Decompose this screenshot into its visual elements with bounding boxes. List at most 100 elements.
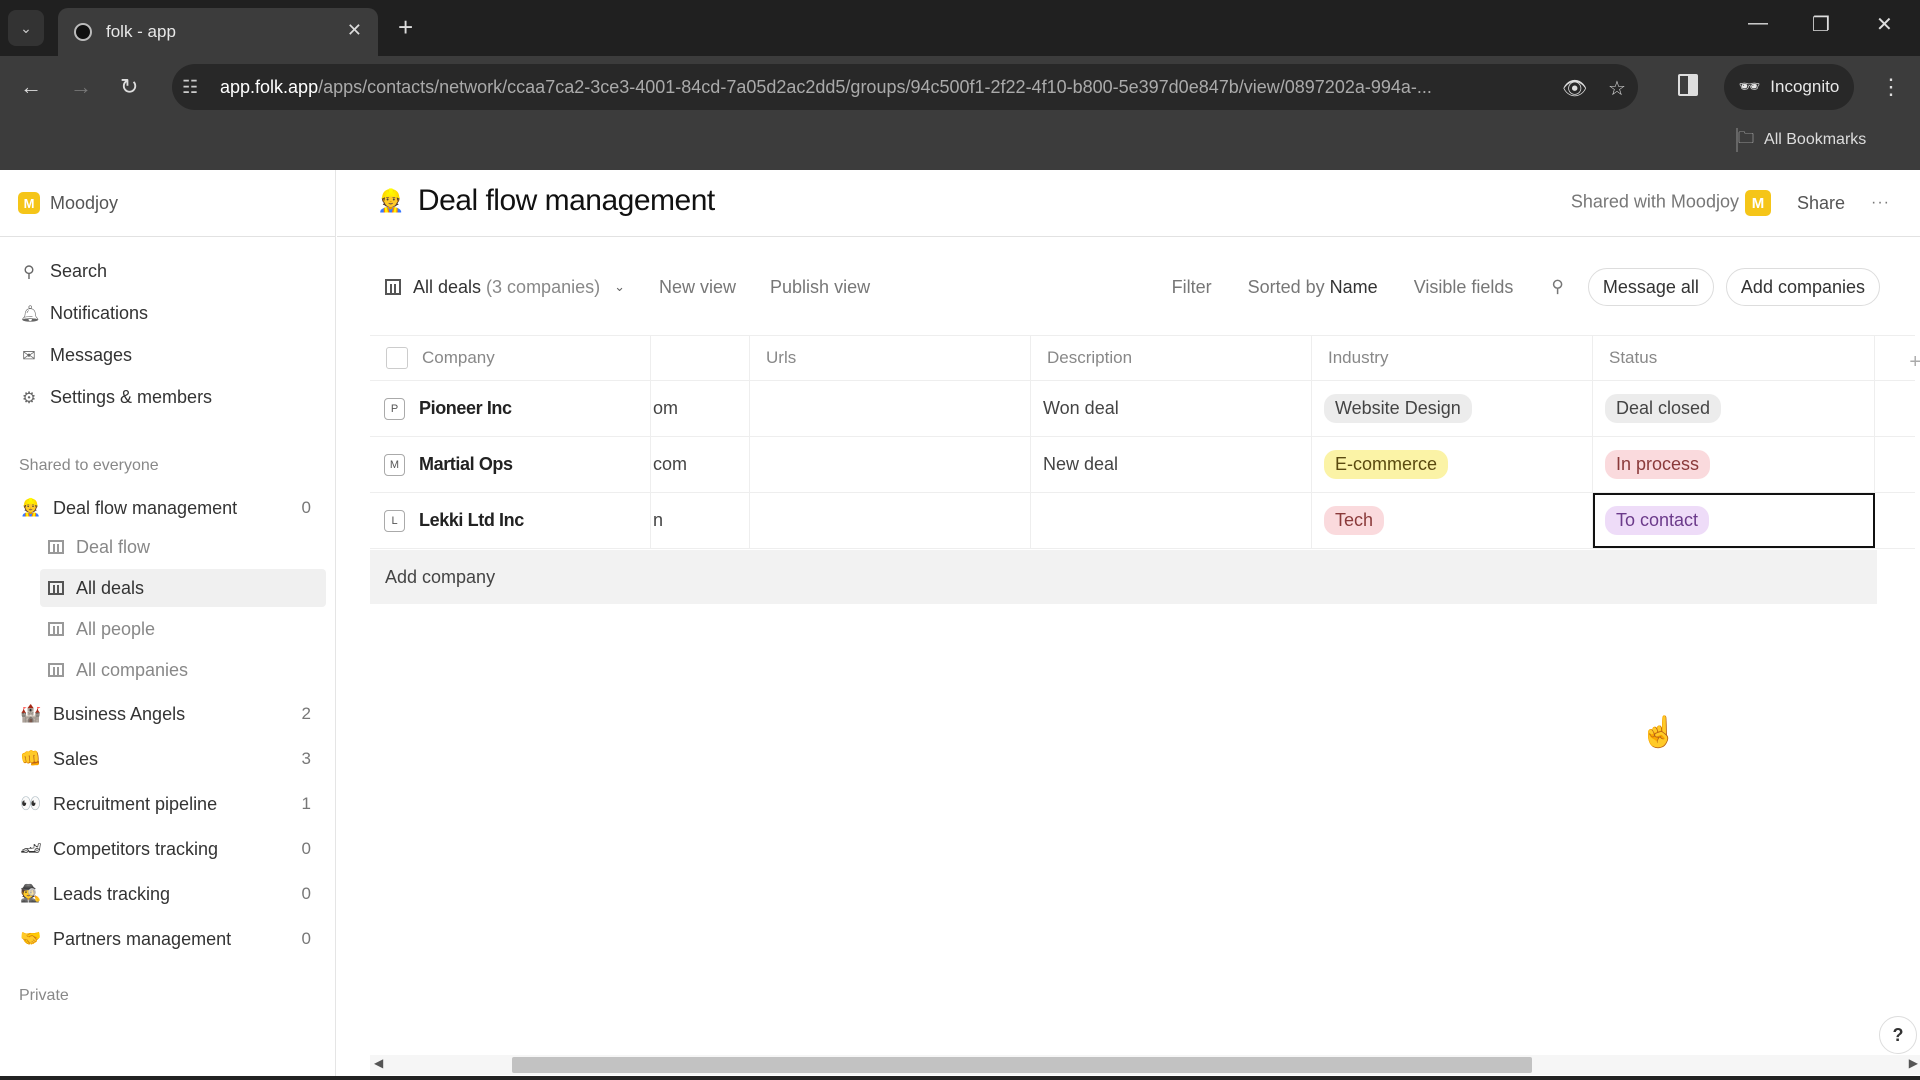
browser-tab[interactable]: folk - app ✕ [58,8,378,56]
column-header-partial[interactable] [651,336,750,380]
company-cell[interactable]: M Martial Ops [370,437,651,492]
status-cell-selected[interactable]: To contact [1593,493,1875,548]
mail-icon: ✉ [22,347,36,365]
view-deal-flow[interactable]: Deal flow [40,528,326,566]
group-deal-flow-management[interactable]: 👷 Deal flow management 0 [20,490,316,526]
new-tab-button[interactable]: + [398,12,413,43]
page-header: 👷 Deal flow management Shared with Moodj… [337,170,1920,237]
view-all-deals[interactable]: All deals [40,569,326,607]
incognito-badge[interactable]: 🕶︎ Incognito [1724,64,1854,110]
filter-button[interactable]: Filter [1172,277,1212,298]
sidebar-item-notifications[interactable]: 🔔︎ Notifications [20,303,148,324]
forward-icon[interactable]: → [70,74,92,100]
column-header-company[interactable]: Company [370,336,651,380]
workspace-avatar: M [18,192,40,214]
table-view-icon [48,663,64,677]
add-column-icon[interactable]: + [1909,351,1920,374]
table-view-icon [385,279,401,295]
company-initial-icon: M [384,453,405,476]
group-partners-management[interactable]: 🤝 Partners management 0 [20,921,316,957]
horizontal-scrollbar[interactable]: ◀ ▶ [370,1055,1920,1075]
group-sales[interactable]: 👊 Sales 3 [20,741,316,777]
search-icon[interactable]: ⚲ [1551,277,1563,297]
company-cell[interactable]: P Pioneer Inc [370,381,651,436]
main-content: 👷 Deal flow management Shared with Moodj… [337,170,1920,1080]
add-companies-button[interactable]: Add companies [1725,268,1880,306]
urls-cell[interactable] [750,437,1031,492]
site-settings-icon[interactable]: ☷ [182,77,212,98]
side-panel-icon[interactable] [1678,74,1698,96]
view-all-companies[interactable]: All companies [40,651,326,689]
folk-app: M Moodjoy ⚲ Search 🔔︎ Notifications ✉ Me… [0,170,1920,1080]
partial-cell[interactable]: com [651,437,750,492]
scrollbar-thumb[interactable] [512,1057,1532,1073]
urls-cell[interactable] [750,381,1031,436]
share-button[interactable]: Share [1797,193,1845,214]
new-view-button[interactable]: New view [659,277,736,298]
scroll-left-icon[interactable]: ◀ [374,1056,383,1070]
table-row[interactable]: L Lekki Ltd Inc n Tech To contact [370,493,1915,549]
shared-with-label[interactable]: Shared with Moodjoy M [1571,190,1771,216]
address-bar[interactable]: ☷ app.folk.app/apps/contacts/network/cca… [172,64,1638,110]
company-initial-icon: P [384,397,405,420]
status-cell[interactable]: In process [1593,437,1875,492]
message-all-button[interactable]: Message all [1587,268,1714,306]
column-header-industry[interactable]: Industry [1312,336,1593,380]
browser-menu-icon[interactable]: ⋮ [1880,74,1902,100]
table-row[interactable]: M Martial Ops com New deal E-commerce In… [370,437,1915,493]
view-selector[interactable]: All deals (3 companies) ⌄ [385,277,625,298]
add-company-button[interactable]: Add company [385,567,495,588]
column-header-description[interactable]: Description [1031,336,1312,380]
description-cell[interactable]: Won deal [1031,381,1312,436]
description-cell[interactable] [1031,493,1312,548]
sidebar-item-messages[interactable]: ✉ Messages [20,345,132,366]
help-button[interactable]: ? [1879,1016,1917,1054]
group-competitors-tracking[interactable]: 🏎 Competitors tracking 0 [20,831,316,867]
workspace-name: Moodjoy [50,192,119,213]
sidebar-item-settings[interactable]: ⚙ Settings & members [20,387,212,408]
reload-icon[interactable]: ↻ [120,74,138,100]
industry-cell[interactable]: Website Design [1312,381,1593,436]
url-text: app.folk.app/apps/contacts/network/ccaa7… [220,76,1432,97]
all-bookmarks-button[interactable]: 🗀 All Bookmarks [1738,118,1866,162]
urls-cell[interactable] [750,493,1031,548]
group-business-angels[interactable]: 🏰 Business Angels 2 [20,696,316,732]
column-header-status[interactable]: Status [1593,336,1875,380]
table-header-row: Company Urls Description Industry Status… [370,335,1920,381]
visible-fields-button[interactable]: Visible fields [1414,277,1514,298]
workspace-switcher[interactable]: M Moodjoy [0,170,335,237]
add-company-row[interactable]: Add company [370,550,1877,604]
industry-tag: Tech [1324,506,1385,535]
scroll-right-icon[interactable]: ▶ [1909,1056,1918,1070]
publish-view-button[interactable]: Publish view [770,277,870,298]
sort-button[interactable]: Sorted by Name [1248,277,1378,298]
back-icon[interactable]: ← [20,74,42,100]
eye-off-icon[interactable]: 👁︎ [1562,76,1587,101]
restore-icon[interactable]: ❐ [1812,12,1830,37]
handshake-icon: 🤝 [20,929,42,948]
group-count: 2 [301,704,311,723]
industry-cell[interactable]: E-commerce [1312,437,1593,492]
view-all-people[interactable]: All people [40,610,326,648]
table-row[interactable]: P Pioneer Inc om Won deal Website Design… [370,381,1915,437]
group-leads-tracking[interactable]: 🕵 Leads tracking 0 [20,876,316,912]
sidebar-item-search[interactable]: ⚲ Search [20,261,107,282]
folder-icon: 🗀 [1738,129,1755,147]
table-view-icon [48,622,64,636]
close-window-icon[interactable]: ✕ [1876,12,1893,37]
star-icon[interactable]: ☆ [1608,76,1626,101]
column-header-urls[interactable]: Urls [750,336,1031,380]
partial-cell[interactable]: n [651,493,750,548]
industry-cell[interactable]: Tech [1312,493,1593,548]
minimize-icon[interactable]: — [1748,12,1768,35]
close-tab-icon[interactable]: ✕ [347,20,362,41]
industry-tag: Website Design [1324,394,1472,423]
partial-cell[interactable]: om [651,381,750,436]
tab-search-button[interactable]: ⌄ [8,10,44,46]
company-cell[interactable]: L Lekki Ltd Inc [370,493,651,548]
description-cell[interactable]: New deal [1031,437,1312,492]
select-all-checkbox[interactable] [386,347,408,369]
more-options-icon[interactable]: ··· [1871,194,1890,212]
group-recruitment-pipeline[interactable]: 👀 Recruitment pipeline 1 [20,786,316,822]
status-cell[interactable]: Deal closed [1593,381,1875,436]
